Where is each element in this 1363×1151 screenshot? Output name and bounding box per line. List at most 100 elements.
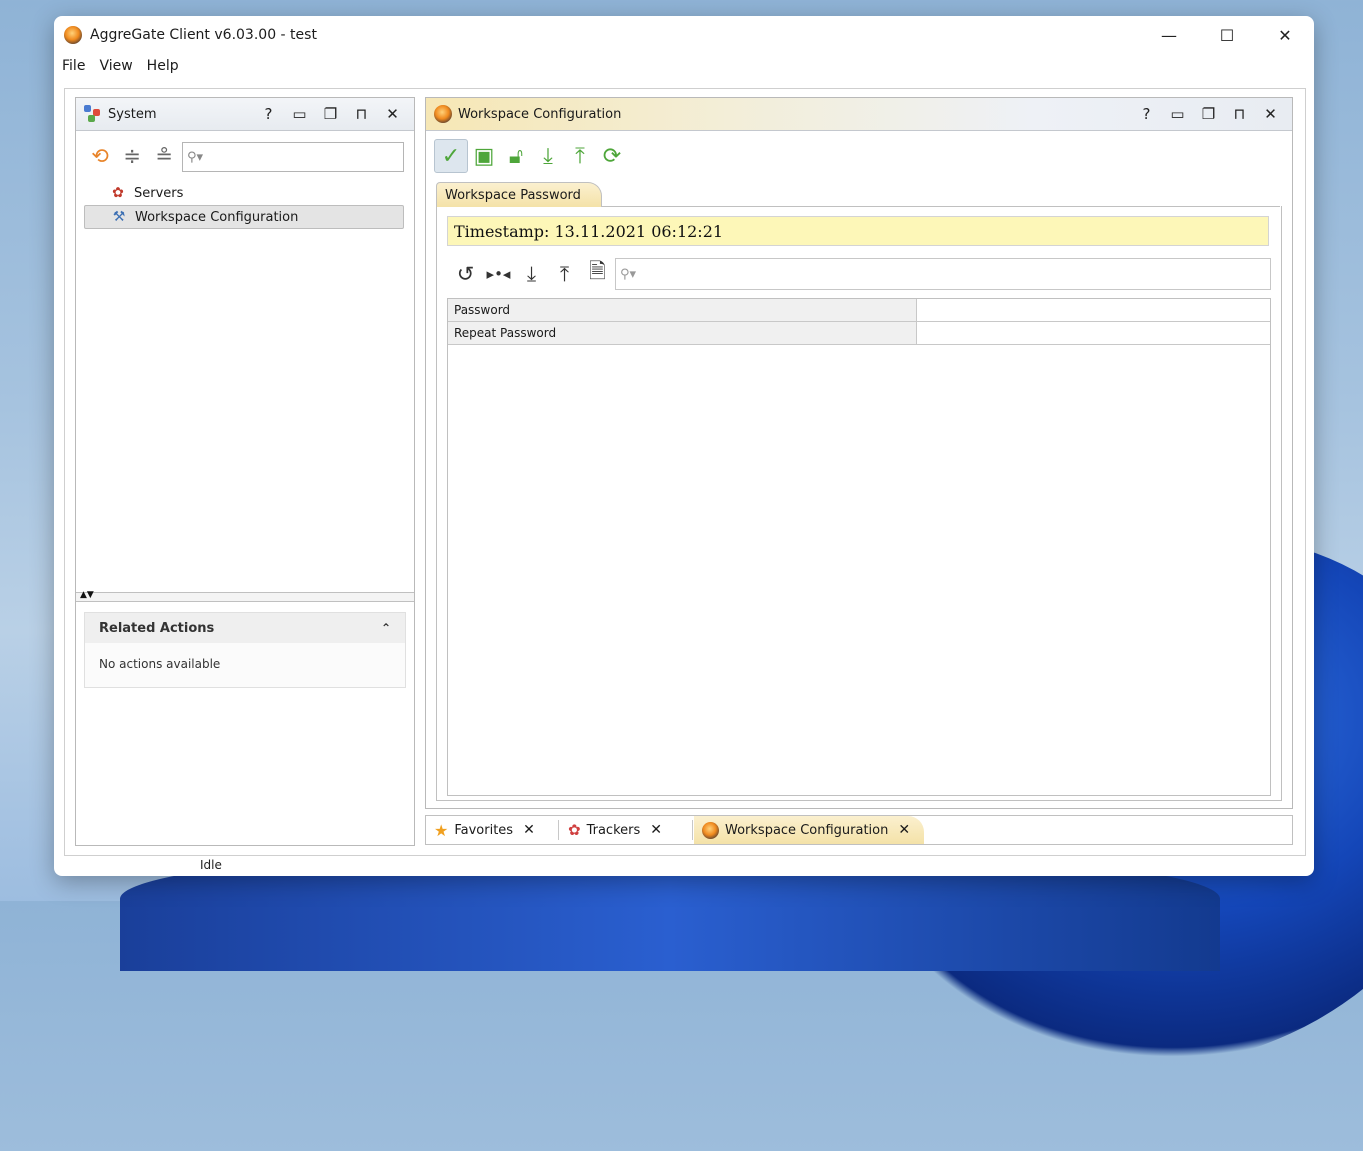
save-check-icon[interactable]: ✓: [434, 139, 468, 173]
bottom-tab-workspace-configuration[interactable]: Workspace Configuration ✕: [694, 816, 924, 844]
workspace-config-toolbar: ✓ ▣ 🔓︎ ⤓ ⤒ ⟳: [434, 138, 628, 174]
help-icon[interactable]: ?: [253, 105, 284, 123]
menu-file[interactable]: File: [62, 58, 85, 74]
splitter-arrows-icon[interactable]: ▲▼: [80, 590, 94, 600]
workspace-config-controls: ? ▭ ❐ ⊓ ✕: [1131, 98, 1286, 130]
tab-strip: Workspace Password: [436, 182, 1280, 207]
refresh-icon[interactable]: ⟲: [84, 144, 116, 168]
system-toolbar: ⟲ ≑ ≗: [84, 140, 180, 172]
properties-search: ⚲▾: [615, 258, 1271, 290]
repeat-password-input[interactable]: [917, 322, 1274, 346]
close-icon[interactable]: ✕: [1255, 105, 1286, 123]
menu-bar: File View Help: [54, 54, 1314, 78]
restore-icon[interactable]: ❐: [315, 105, 346, 123]
collapse-all-icon[interactable]: ≗: [148, 144, 180, 168]
window-icon[interactable]: ▣: [468, 140, 500, 172]
workspace-config-title: Workspace Configuration: [458, 106, 622, 122]
tab-label: Workspace Password: [445, 187, 581, 203]
bottom-tab-trackers[interactable]: ✿ Trackers ✕: [560, 816, 690, 844]
aggregate-logo-icon: [64, 26, 82, 44]
servers-icon: ✿: [112, 185, 124, 201]
property-name: Password: [448, 299, 917, 321]
maximize-button[interactable]: ☐: [1198, 16, 1256, 54]
pin-icon[interactable]: ⊓: [1224, 105, 1255, 123]
bottom-tab-label: Trackers: [586, 822, 641, 838]
properties-table: Password Repeat Password: [447, 298, 1274, 796]
properties-search-input[interactable]: [636, 266, 1241, 282]
password-field[interactable]: [917, 299, 1274, 323]
system-tree-icon: [84, 105, 102, 123]
title-bar: AggreGate Client v6.03.00 - test — ☐ ✕: [54, 16, 1314, 54]
bottom-tab-bar: ★ Favorites ✕ ✿ Trackers ✕ Workspace Con…: [425, 815, 1293, 845]
close-tab-icon[interactable]: ✕: [650, 822, 662, 838]
bottom-tab-label: Workspace Configuration: [725, 822, 889, 838]
minimize-button[interactable]: —: [1140, 16, 1198, 54]
collapse-up-icon[interactable]: ⌃: [381, 621, 391, 635]
tab-content: Timestamp: 13.11.2021 06:12:21 ↺ ▸•◂ ⤓ ⤒…: [436, 206, 1282, 801]
status-text: Idle: [200, 858, 222, 872]
related-actions-title: Related Actions: [99, 620, 215, 636]
system-panel-controls: ? ▭ ❐ ⊓ ✕: [253, 98, 408, 130]
table-row: Repeat Password: [448, 322, 1274, 346]
pin-icon[interactable]: ⊓: [346, 105, 377, 123]
tree-item-servers[interactable]: ✿ Servers: [84, 182, 404, 204]
system-panel-title: System: [108, 106, 157, 122]
related-actions-header[interactable]: Related Actions ⌃: [85, 613, 405, 643]
tree-item-label: Servers: [134, 185, 184, 201]
system-panel-header: System ? ▭ ❐ ⊓ ✕: [76, 98, 414, 131]
search-icon: ⚲▾: [187, 149, 204, 165]
related-actions-body: No actions available: [99, 657, 221, 671]
tab-separator: [692, 820, 693, 840]
restore-icon[interactable]: ❐: [1193, 105, 1224, 123]
maximize-icon[interactable]: ▭: [284, 105, 315, 123]
download-icon[interactable]: ⤓: [532, 140, 564, 172]
export-icon[interactable]: ⤒: [548, 262, 581, 287]
timestamp-banner: Timestamp: 13.11.2021 06:12:21: [447, 216, 1269, 246]
maximize-icon[interactable]: ▭: [1162, 105, 1193, 123]
aggregate-icon: [702, 821, 719, 839]
bottom-tab-favorites[interactable]: ★ Favorites ✕: [426, 816, 556, 844]
tab-workspace-password[interactable]: Workspace Password: [436, 182, 602, 207]
tree-item-label: Workspace Configuration: [135, 209, 299, 225]
window-title: AggreGate Client v6.03.00 - test: [90, 27, 317, 43]
app-window: AggreGate Client v6.03.00 - test — ☐ ✕ F…: [54, 16, 1314, 876]
close-tab-icon[interactable]: ✕: [523, 822, 535, 838]
refresh-icon[interactable]: ⟳: [596, 140, 628, 172]
tree-item-workspace-configuration[interactable]: ⚒ Workspace Configuration: [84, 205, 404, 229]
unlock-icon[interactable]: 🔓︎: [500, 140, 532, 172]
upload-icon[interactable]: ⤒: [564, 140, 596, 172]
status-bar: Idle: [54, 854, 1314, 876]
reload-icon[interactable]: ↺: [449, 262, 482, 286]
password-input[interactable]: [917, 299, 1274, 323]
bottom-tab-label: Favorites: [454, 822, 514, 838]
work-area: System ? ▭ ❐ ⊓ ✕ ⟲ ≑ ≗ ⚲▾ ✿ Servers ⚒ Wo…: [64, 88, 1306, 856]
repeat-password-field[interactable]: [917, 322, 1274, 346]
table-row: Password: [448, 299, 1274, 323]
close-button[interactable]: ✕: [1256, 16, 1314, 54]
expand-all-icon[interactable]: ≑: [116, 144, 148, 168]
menu-help[interactable]: Help: [147, 58, 179, 74]
trackers-icon: ✿: [568, 821, 581, 839]
workspace-config-header: Workspace Configuration ? ▭ ❐ ⊓ ✕: [426, 98, 1292, 131]
system-tree: ✿ Servers ⚒ Workspace Configuration: [84, 182, 404, 230]
import-icon[interactable]: ⤓: [515, 262, 548, 287]
tools-icon: ⚒: [112, 209, 126, 225]
workspace-config-panel: Workspace Configuration ? ▭ ❐ ⊓ ✕ ✓ ▣ 🔓︎…: [425, 97, 1293, 809]
tab-separator: [558, 820, 559, 840]
related-actions-box: Related Actions ⌃ No actions available: [84, 612, 406, 688]
close-tab-icon[interactable]: ✕: [898, 822, 910, 838]
close-icon[interactable]: ✕: [377, 105, 408, 123]
property-name: Repeat Password: [448, 322, 917, 344]
help-icon[interactable]: ?: [1131, 105, 1162, 123]
properties-toolbar: ↺ ▸•◂ ⤓ ⤒ 🗎︎: [449, 258, 614, 290]
system-search-input[interactable]: [203, 149, 388, 165]
compare-icon[interactable]: ▸•◂: [482, 265, 515, 283]
menu-view[interactable]: View: [99, 58, 132, 74]
document-icon[interactable]: 🗎︎: [581, 257, 614, 292]
star-icon: ★: [434, 820, 449, 840]
panel-splitter[interactable]: ▲▼: [76, 590, 414, 602]
system-panel: System ? ▭ ❐ ⊓ ✕ ⟲ ≑ ≗ ⚲▾ ✿ Servers ⚒ Wo…: [75, 97, 415, 846]
window-controls: — ☐ ✕: [1140, 16, 1314, 54]
search-icon: ⚲▾: [620, 266, 637, 282]
system-search: ⚲▾: [182, 142, 404, 172]
